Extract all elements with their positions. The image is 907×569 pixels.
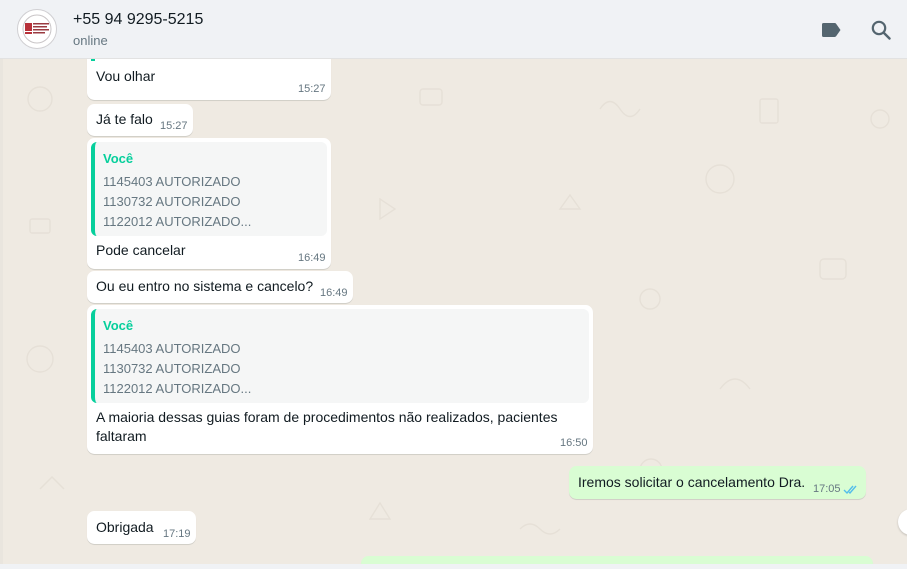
message-text: A maioria dessas guias foram de procedim… [96,409,558,444]
quoted-message[interactable]: Você 1145403 AUTORIZADO 1130732 AUTORIZA… [91,309,589,403]
message-time: 15:27 [160,120,188,132]
quoted-line: 1130732 AUTORIZADO [103,194,241,209]
message-text: Vou olhar [96,68,156,84]
quoted-line: 1122012 AUTORIZADO... [103,214,252,229]
composer-bar[interactable] [0,564,907,569]
quote-accent-bar [91,59,95,61]
message-time: 17:05 [813,483,841,495]
message-time: 17:19 [163,528,191,540]
read-receipt-icon [843,485,857,495]
message-time: 16:49 [320,287,348,299]
quoted-message[interactable]: Você 1145403 AUTORIZADO 1130732 AUTORIZA… [91,142,327,236]
contact-name[interactable]: +55 94 9295-5215 [73,11,203,29]
quoted-line: 1145403 AUTORIZADO [103,174,241,189]
message-bubble-incoming[interactable]: Você 1145403 AUTORIZADO 1130732 AUTORIZA… [87,138,331,269]
search-icon[interactable] [869,18,893,42]
quoted-line: 1122012 AUTORIZADO... [103,381,252,396]
message-list[interactable]: Vou olhar 15:27 Já te falo 15:27 Você 11… [0,59,907,564]
message-bubble-incoming[interactable]: Obrigada 17:19 [87,511,196,544]
message-bubble-incoming[interactable]: Vou olhar 15:27 [87,59,331,100]
message-bubble-incoming[interactable]: Você 1145403 AUTORIZADO 1130732 AUTORIZA… [87,305,593,454]
message-bubble-incoming[interactable]: Ou eu entro no sistema e cancelo? 16:49 [87,271,353,303]
quoted-author: Você [103,151,134,166]
message-text: Iremos solicitar o cancelamento Dra. [578,474,806,490]
message-time: 16:49 [298,252,326,264]
avatar-logo-icon [19,11,55,47]
message-text: Obrigada [96,519,154,535]
message-text: Ou eu entro no sistema e cancelo? [96,278,314,294]
message-time: 15:27 [298,83,326,95]
message-text: Já te falo [96,111,153,127]
label-icon[interactable] [819,18,843,42]
message-time: 16:50 [560,437,588,449]
quoted-line: 1130732 AUTORIZADO [103,361,241,376]
quoted-line: 1145403 AUTORIZADO [103,341,241,356]
left-panel-edge [0,59,3,564]
quoted-author: Você [103,318,134,333]
message-bubble-outgoing[interactable]: Iremos solicitar o cancelamento Dra. 17:… [569,466,866,499]
contact-status: online [73,33,108,48]
chat-header[interactable]: +55 94 9295-5215 online [0,0,907,59]
whatsapp-chat-window: +55 94 9295-5215 online Vou olhar 15:27 … [0,0,907,569]
message-bubble-outgoing-partial[interactable] [361,556,873,564]
avatar[interactable] [17,9,57,49]
message-text: Pode cancelar [96,242,186,258]
message-bubble-incoming[interactable]: Já te falo 15:27 [87,104,193,136]
